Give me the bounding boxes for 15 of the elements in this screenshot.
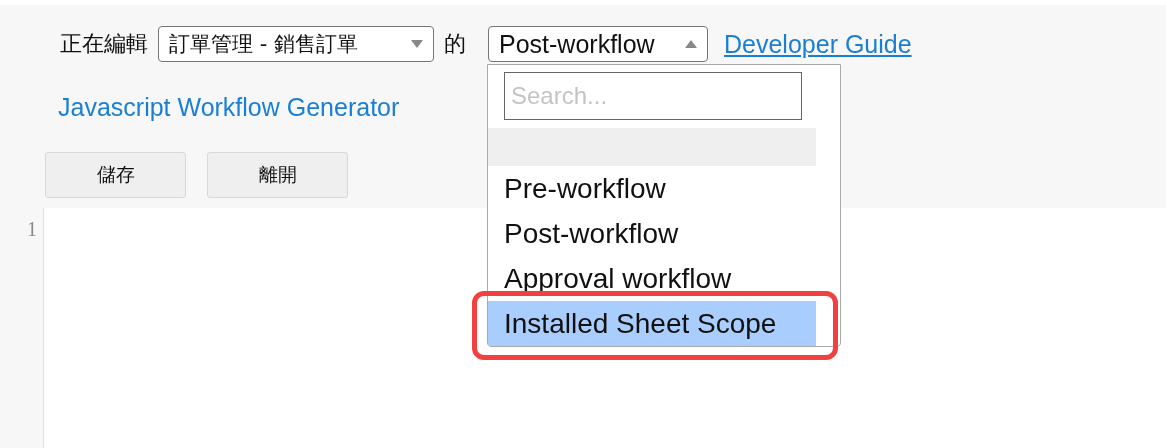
line-number: 1 [27,218,37,241]
generator-link[interactable]: Javascript Workflow Generator [58,92,400,122]
dropdown-option[interactable]: Pre-workflow [488,166,816,211]
dropdown-option[interactable]: Installed Sheet Scope [488,301,816,346]
dropdown-option[interactable]: Approval workflow [488,256,816,301]
of-label: 的 [444,30,466,58]
developer-guide-link[interactable]: Developer Guide [724,29,912,59]
form-select[interactable]: 訂單管理 - 銷售訂單 [158,26,434,62]
search-field[interactable]: Search... [504,72,802,120]
type-select[interactable]: Post-workflow [488,26,708,62]
editing-label: 正在編輯 [60,30,148,58]
dropdown-option[interactable]: Post-workflow [488,211,816,256]
toolbar-button[interactable]: 儲存 [45,152,186,198]
blank-option[interactable] [488,128,816,166]
toolbar-button[interactable]: 離開 [207,152,348,198]
